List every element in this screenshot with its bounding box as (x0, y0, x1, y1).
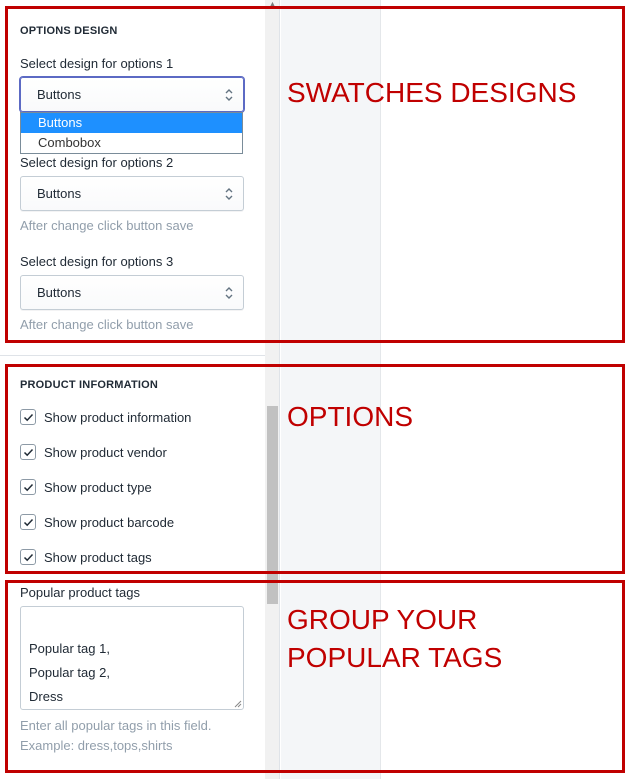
annotation-box-options (5, 364, 625, 574)
section-divider (0, 355, 265, 356)
annotation-group-line1: GROUP YOUR (287, 604, 478, 635)
annotation-group-line2: POPULAR TAGS (287, 642, 503, 673)
annotation-swatches-designs: SWATCHES DESIGNS (287, 77, 577, 108)
annotation-box-swatches (5, 6, 625, 343)
annotation-options: OPTIONS (287, 401, 414, 432)
